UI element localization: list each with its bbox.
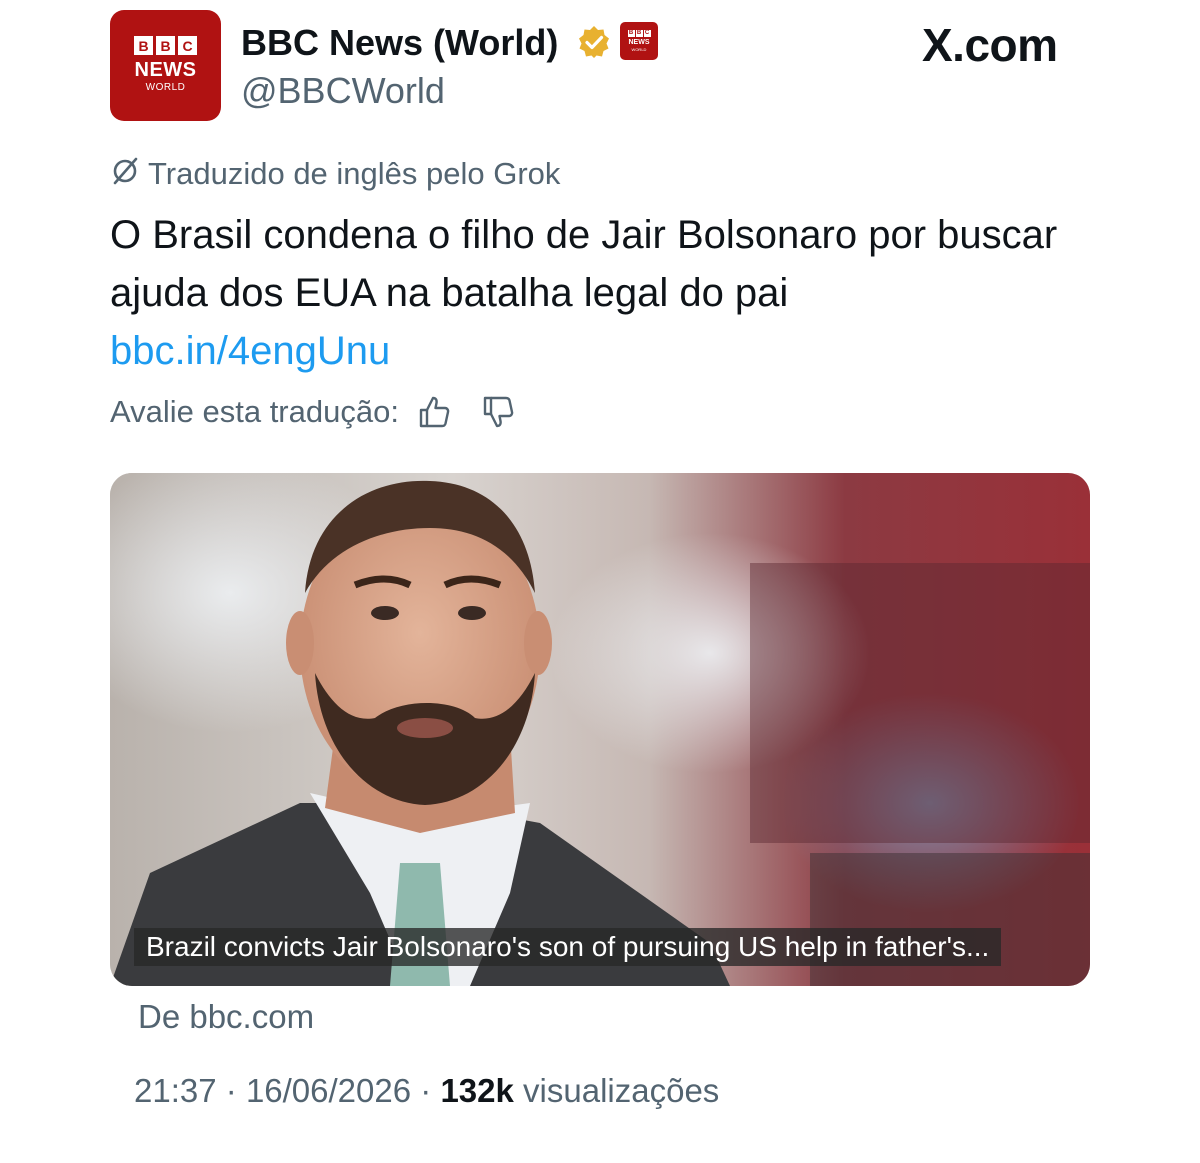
affiliate-badge-icon[interactable]: B B C NEWS WORLD <box>620 22 658 60</box>
affiliate-block: C <box>643 30 651 37</box>
bbc-block: B <box>156 36 175 55</box>
views-count: 132k <box>440 1072 514 1109</box>
logo-world-text: WORLD <box>145 82 186 93</box>
account-handle[interactable]: @BBCWorld <box>241 70 445 112</box>
post-date[interactable]: 16/06/2026 <box>246 1072 411 1109</box>
thumbs-up-icon[interactable] <box>417 395 451 429</box>
affiliate-block: B <box>627 30 635 37</box>
views-label: visualizações <box>523 1072 720 1109</box>
bbc-block: B <box>134 36 153 55</box>
post-text: O Brasil condena o filho de Jair Bolsona… <box>110 213 1058 315</box>
translation-note[interactable]: Traduzido de inglês pelo Grok <box>110 155 560 193</box>
link-card-image[interactable] <box>110 473 1090 986</box>
affiliate-block: B <box>635 30 643 37</box>
card-photo <box>110 473 1090 986</box>
verified-badge-icon <box>576 24 612 60</box>
affiliate-bbc-blocks: B B C <box>627 30 651 37</box>
meta-separator: · <box>225 1072 237 1109</box>
card-source[interactable]: De bbc.com <box>138 998 314 1036</box>
affiliate-world-text: WORLD <box>631 47 647 52</box>
thumbs-down-icon[interactable] <box>481 395 515 429</box>
card-caption: Brazil convicts Jair Bolsonaro's son of … <box>134 928 1002 966</box>
translation-rating: Avalie esta tradução: <box>110 394 515 430</box>
display-name[interactable]: BBC News (World) <box>241 22 558 64</box>
post-link[interactable]: bbc.in/4engUnu <box>110 322 390 380</box>
bbc-block: C <box>178 36 197 55</box>
rating-label: Avalie esta tradução: <box>110 394 399 429</box>
post-meta: 21:37 · 16/06/2026 · 132k visualizações <box>134 1072 719 1110</box>
account-avatar[interactable]: B B C NEWS WORLD <box>110 10 221 121</box>
post-time[interactable]: 21:37 <box>134 1072 217 1109</box>
affiliate-news-text: NEWS <box>628 39 650 46</box>
translation-note-text: Traduzido de inglês pelo Grok <box>148 156 561 191</box>
bbc-logo-blocks: B B C <box>134 36 197 55</box>
translate-slash-icon <box>110 155 140 193</box>
meta-separator: · <box>420 1072 432 1109</box>
logo-news-text: NEWS <box>134 59 197 81</box>
site-label: X.com <box>922 19 1058 71</box>
